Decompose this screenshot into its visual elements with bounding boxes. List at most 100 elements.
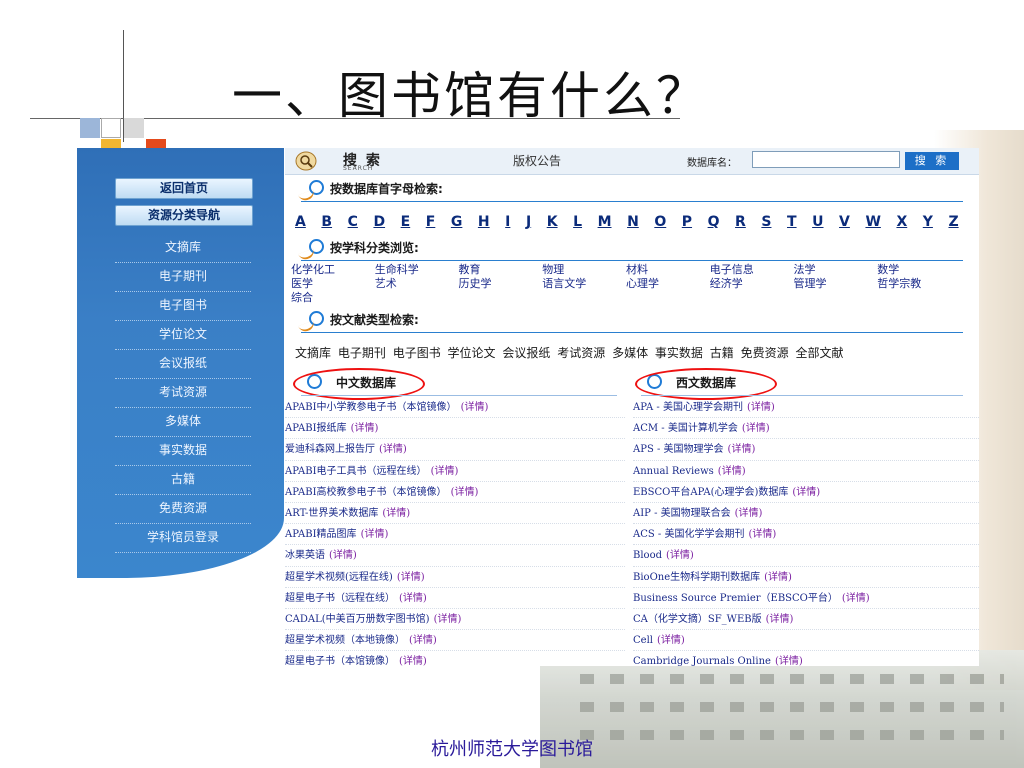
- doctype-link[interactable]: 多媒体: [612, 346, 648, 360]
- letter-v-link[interactable]: V: [839, 214, 850, 230]
- db-link[interactable]: APA - 美国心理学会期刊: [633, 402, 743, 413]
- detail-link[interactable]: (详情): [399, 656, 427, 666]
- subject-link[interactable]: 数学: [877, 263, 961, 277]
- db-link[interactable]: ACM - 美国计算机学会: [633, 423, 738, 434]
- category-nav-button[interactable]: 资源分类导航: [115, 205, 253, 226]
- sidebar-item-ebooks[interactable]: 电子图书: [115, 292, 251, 321]
- detail-link[interactable]: (详情): [666, 550, 694, 561]
- db-link[interactable]: APABI高校教参电子书（本馆镜像）: [285, 487, 447, 498]
- detail-link[interactable]: (详情): [766, 614, 794, 625]
- detail-link[interactable]: (详情): [434, 614, 462, 625]
- letter-i-link[interactable]: I: [505, 214, 510, 230]
- detail-link[interactable]: (详情): [775, 656, 803, 666]
- db-link[interactable]: 超星电子书（远程在线）: [285, 593, 395, 604]
- letter-j-link[interactable]: J: [526, 214, 531, 230]
- detail-link[interactable]: (详情): [361, 529, 389, 540]
- db-link[interactable]: APABI报纸库: [285, 423, 347, 434]
- db-link[interactable]: APABI中小学教参电子书（本馆镜像）: [285, 402, 457, 413]
- detail-link[interactable]: (详情): [742, 423, 770, 434]
- letter-d-link[interactable]: D: [373, 214, 385, 230]
- subject-link[interactable]: 语言文学: [542, 277, 626, 291]
- db-link[interactable]: Business Source Premier（EBSCO平台）: [633, 593, 838, 604]
- detail-link[interactable]: (详情): [379, 444, 407, 455]
- subject-link[interactable]: 综合: [291, 291, 376, 305]
- subject-link[interactable]: 电子信息: [710, 263, 794, 277]
- letter-r-link[interactable]: R: [735, 214, 746, 230]
- db-link[interactable]: 爱迪科森网上报告厅: [285, 444, 375, 455]
- sidebar-item-free-resources[interactable]: 免费资源: [115, 495, 251, 524]
- db-name-input[interactable]: [752, 151, 900, 168]
- letter-o-link[interactable]: O: [654, 214, 666, 230]
- letter-q-link[interactable]: Q: [708, 214, 720, 230]
- detail-link[interactable]: (详情): [842, 593, 870, 604]
- letter-m-link[interactable]: M: [598, 214, 612, 230]
- doctype-link[interactable]: 文摘库: [295, 346, 331, 360]
- detail-link[interactable]: (详情): [351, 423, 379, 434]
- db-link[interactable]: Blood: [633, 550, 662, 561]
- letter-a-link[interactable]: A: [295, 214, 306, 230]
- letter-w-link[interactable]: W: [865, 214, 880, 230]
- subject-link[interactable]: 经济学: [710, 277, 794, 291]
- letter-g-link[interactable]: G: [451, 214, 463, 230]
- subject-link[interactable]: 法学: [794, 263, 878, 277]
- doctype-link[interactable]: 事实数据: [655, 346, 703, 360]
- doctype-link[interactable]: 学位论文: [448, 346, 496, 360]
- sidebar-item-ancient-books[interactable]: 古籍: [115, 466, 251, 495]
- subject-link[interactable]: 历史学: [459, 277, 543, 291]
- db-link[interactable]: BioOne生物科学期刊数据库: [633, 572, 760, 583]
- db-link[interactable]: AIP - 美国物理联合会: [633, 508, 731, 519]
- home-button[interactable]: 返回首页: [115, 178, 253, 199]
- db-link[interactable]: Cambridge Journals Online: [633, 656, 771, 666]
- detail-link[interactable]: (详情): [461, 402, 489, 413]
- db-link[interactable]: 超星电子书（本馆镜像）: [285, 656, 395, 666]
- detail-link[interactable]: (详情): [329, 550, 357, 561]
- sidebar-item-conferences[interactable]: 会议报纸: [115, 350, 251, 379]
- letter-l-link[interactable]: L: [573, 214, 582, 230]
- letter-b-link[interactable]: B: [321, 214, 332, 230]
- detail-link[interactable]: (详情): [718, 466, 746, 477]
- subject-link[interactable]: 心理学: [626, 277, 710, 291]
- subject-link[interactable]: 医学: [291, 277, 375, 291]
- db-link[interactable]: CA（化学文摘）SF_WEB版: [633, 614, 762, 625]
- detail-link[interactable]: (详情): [382, 508, 410, 519]
- copyright-link[interactable]: 版权公告: [513, 152, 561, 169]
- db-link[interactable]: 冰果英语: [285, 550, 325, 561]
- db-link[interactable]: APABI电子工具书（远程在线）: [285, 466, 427, 477]
- subject-link[interactable]: 材料: [626, 263, 710, 277]
- detail-link[interactable]: (详情): [747, 402, 775, 413]
- db-link[interactable]: CADAL(中美百万册数字图书馆): [285, 614, 430, 625]
- detail-link[interactable]: (详情): [397, 572, 425, 583]
- letter-x-link[interactable]: X: [896, 214, 907, 230]
- subject-link[interactable]: 生命科学: [375, 263, 459, 277]
- db-link[interactable]: ART-世界美术数据库: [285, 508, 378, 519]
- letter-t-link[interactable]: T: [787, 214, 797, 230]
- doctype-link[interactable]: 会议报纸: [502, 346, 550, 360]
- letter-p-link[interactable]: P: [682, 214, 692, 230]
- sidebar-item-ejournals[interactable]: 电子期刊: [115, 263, 251, 292]
- subject-link[interactable]: 艺术: [375, 277, 459, 291]
- sidebar-item-multimedia[interactable]: 多媒体: [115, 408, 251, 437]
- sidebar-item-exams[interactable]: 考试资源: [115, 379, 251, 408]
- subject-link[interactable]: 物理: [542, 263, 626, 277]
- letter-c-link[interactable]: C: [348, 214, 358, 230]
- letter-k-link[interactable]: K: [547, 214, 558, 230]
- letter-e-link[interactable]: E: [401, 214, 411, 230]
- detail-link[interactable]: (详情): [748, 529, 776, 540]
- db-link[interactable]: 超星学术视频(远程在线): [285, 572, 393, 583]
- db-link[interactable]: Cell: [633, 635, 653, 646]
- doctype-link[interactable]: 免费资源: [741, 346, 789, 360]
- doctype-link[interactable]: 全部文献: [795, 346, 843, 360]
- letter-z-link[interactable]: Z: [948, 214, 958, 230]
- letter-y-link[interactable]: Y: [923, 214, 933, 230]
- letter-h-link[interactable]: H: [478, 214, 490, 230]
- detail-link[interactable]: (详情): [657, 635, 685, 646]
- sidebar-item-factual-data[interactable]: 事实数据: [115, 437, 251, 466]
- db-link[interactable]: EBSCO平台APA(心理学会)数据库: [633, 487, 788, 498]
- detail-link[interactable]: (详情): [409, 635, 437, 646]
- detail-link[interactable]: (详情): [728, 444, 756, 455]
- sidebar-item-theses[interactable]: 学位论文: [115, 321, 251, 350]
- db-link[interactable]: APABI精品图库: [285, 529, 357, 540]
- detail-link[interactable]: (详情): [792, 487, 820, 498]
- letter-f-link[interactable]: F: [426, 214, 436, 230]
- search-button[interactable]: 搜 索: [905, 152, 959, 170]
